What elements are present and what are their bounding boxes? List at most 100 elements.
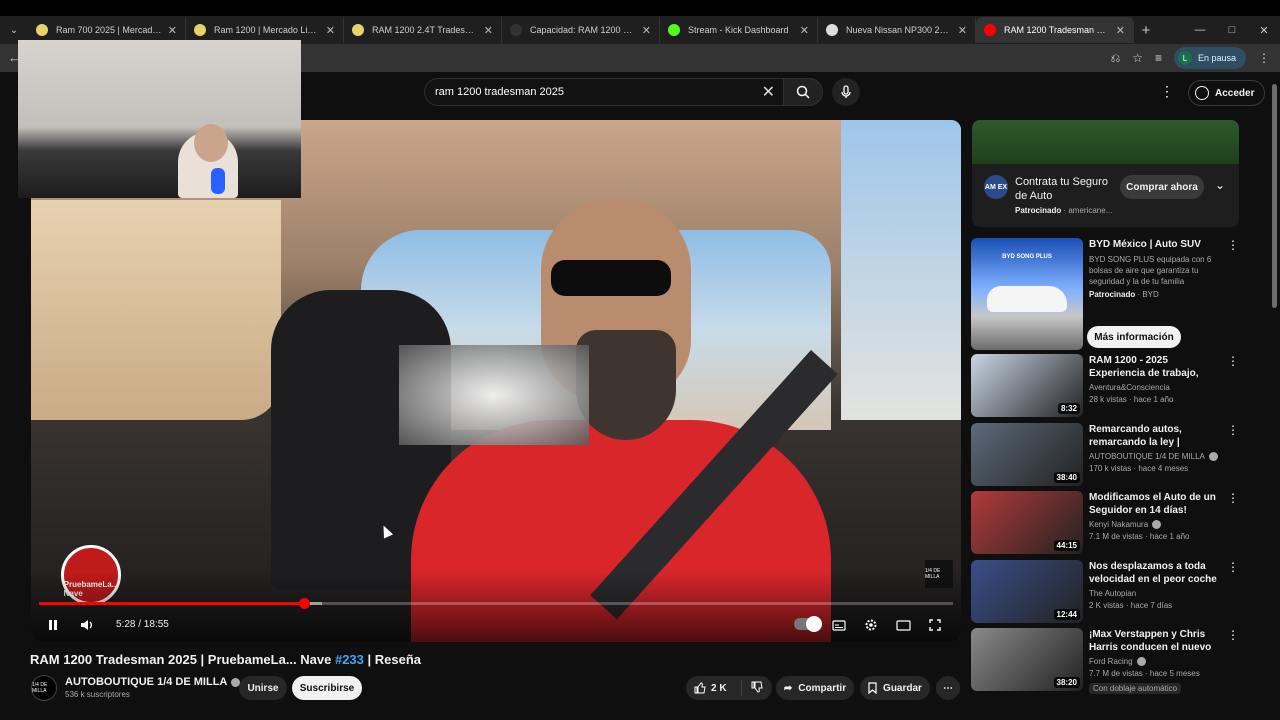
more-options-icon[interactable]: ⋮ (1227, 423, 1239, 437)
reading-list-icon[interactable]: ≡ (1155, 51, 1162, 65)
recommended-video[interactable]: 38:40 Remarcando autos, remarcando la ley… (971, 423, 1241, 487)
close-tab-icon[interactable]: ✕ (326, 24, 335, 37)
restore-icon[interactable]: □ (1216, 24, 1248, 36)
video-title[interactable]: RAM 1200 - 2025 Experiencia de trabajo, … (1089, 354, 1221, 380)
video-thumbnail[interactable]: 8:32 (971, 354, 1083, 417)
video-thumbnail[interactable]: 12:44 (971, 560, 1083, 623)
join-button[interactable]: Unirse (239, 676, 287, 700)
tab-favicon-icon (194, 24, 206, 36)
install-app-icon[interactable]: ⎌ (1111, 51, 1121, 66)
close-tab-icon[interactable]: ✕ (800, 24, 809, 37)
profile-button[interactable]: L En pausa (1173, 47, 1246, 69)
webcam-overlay (18, 40, 301, 198)
autoplay-toggle[interactable] (794, 616, 822, 632)
channel-name[interactable]: Ford Racing (1089, 657, 1133, 666)
more-actions-button[interactable]: ⋯ (936, 676, 960, 700)
video-player[interactable]: PruebameLa... Nave 1/4 DE MILLA 5:28 / 1… (31, 120, 961, 642)
recommended-video[interactable]: 38:20 ¡Max Verstappen y Chris Harris cond… (971, 628, 1241, 695)
player-controls: 5:28 / 18:55 (31, 610, 961, 638)
close-tab-icon[interactable]: ✕ (1116, 24, 1125, 37)
new-tab-button[interactable]: + (1134, 22, 1158, 39)
pause-button[interactable] (43, 614, 63, 636)
like-button[interactable]: 2 K (686, 680, 742, 696)
chevron-down-icon[interactable]: ⌄ (1215, 178, 1225, 192)
browser-tab[interactable]: RAM 1200 Tradesman 2025 ✕ (976, 17, 1134, 43)
byd-ad-thumbnail[interactable]: BYD SONG PLUS (971, 238, 1083, 350)
browser-tab[interactable]: Capacidad: RAM 1200 2026 | R ✕ (502, 17, 660, 43)
video-title-end: | Reseña (363, 652, 422, 667)
clear-search-icon[interactable]: ✕ (762, 82, 775, 102)
bookmark-icon (868, 682, 877, 694)
video-stats: 170 k vistas · hace 4 meses (1089, 464, 1189, 474)
video-thumbnail[interactable]: 44:15 (971, 491, 1083, 554)
byd-more-info-button[interactable]: Más información (1087, 326, 1181, 348)
recommended-video[interactable]: 8:32 RAM 1200 - 2025 Experiencia de traba… (971, 354, 1241, 418)
search-input[interactable]: ram 1200 tradesman 2025 ✕ (424, 78, 784, 106)
channel-name[interactable]: AUTOBOUTIQUE 1/4 DE MILLA (1089, 452, 1205, 461)
channel-avatar[interactable]: 1/4 DE MILLA (31, 675, 57, 701)
more-options-icon[interactable]: ⋮ (1227, 354, 1239, 368)
channel-name[interactable]: Kenyi Nakamura (1089, 520, 1148, 529)
ad-banner-image[interactable] (972, 120, 1239, 164)
auto-dub-badge: Con doblaje automático (1089, 683, 1182, 695)
browser-tab[interactable]: Stream - Kick Dashboard ✕ (660, 17, 818, 43)
recommended-video[interactable]: 44:15 Modificamos el Auto de un Seguidor … (971, 491, 1241, 555)
search-query: ram 1200 tradesman 2025 (435, 86, 565, 98)
more-options-icon[interactable]: ⋮ (1227, 560, 1239, 574)
subscribe-button[interactable]: Suscribirse (292, 676, 362, 700)
fullscreen-button[interactable] (925, 614, 945, 636)
time-display: 5:28 / 18:55 (116, 619, 169, 630)
minimize-icon[interactable]: — (1184, 24, 1216, 36)
ad-buy-now-button[interactable]: Comprar ahora (1120, 175, 1204, 199)
more-options-icon[interactable]: ⋮ (1227, 491, 1239, 505)
sponsored-ad-card[interactable]: AM EX Contrata tu Seguro de Auto Patroci… (972, 120, 1239, 227)
theater-mode-button[interactable] (893, 614, 913, 636)
close-window-icon[interactable]: ✕ (1248, 24, 1280, 37)
channel-name[interactable]: Aventura&Consciencia (1089, 383, 1170, 392)
settings-menu-icon[interactable]: ⋮ (1160, 83, 1174, 100)
close-tab-icon[interactable]: ✕ (484, 24, 493, 37)
thumbs-up-icon (694, 682, 706, 694)
video-title[interactable]: ¡Max Verstappen y Chris Harris conducen … (1089, 628, 1221, 654)
share-button[interactable]: ➦ Compartir (776, 676, 854, 700)
more-options-icon[interactable]: ⋮ (1227, 628, 1239, 642)
dislike-button[interactable] (742, 681, 772, 696)
tab-favicon-icon (826, 24, 838, 36)
byd-ad-item[interactable]: BYD SONG PLUS BYD México | Auto SUV BYD … (971, 238, 1241, 350)
video-thumbnail[interactable]: 38:40 (971, 423, 1083, 486)
sign-in-button[interactable]: Acceder (1188, 80, 1266, 106)
browser-tab[interactable]: RAM 1200 2.4T Tradesman Cre ✕ (344, 17, 502, 43)
voice-search-button[interactable] (832, 78, 860, 106)
ad-title[interactable]: Contrata tu Seguro de Auto (1015, 175, 1115, 203)
video-title[interactable]: Modificamos el Auto de un Seguidor en 14… (1089, 491, 1221, 517)
save-button[interactable]: Guardar (860, 676, 930, 700)
close-tab-icon[interactable]: ✕ (958, 24, 967, 37)
video-thumbnail[interactable]: 38:20 (971, 628, 1083, 691)
scrubber-knob[interactable] (299, 598, 311, 609)
video-title[interactable]: Nos desplazamos a toda velocidad en el p… (1089, 560, 1221, 586)
close-tab-icon[interactable]: ✕ (168, 24, 177, 37)
video-title[interactable]: Remarcando autos, remarcando la ley | Fr… (1089, 423, 1221, 449)
video-title-hashtag[interactable]: #233 (335, 652, 364, 667)
mute-button[interactable] (77, 614, 97, 636)
browser-menu-icon[interactable]: ⋮ (1258, 51, 1270, 65)
channel-line: Ford Racing (1089, 657, 1221, 667)
page-scrollbar[interactable] (1272, 84, 1277, 308)
tab-title: RAM 1200 2.4T Tradesman Cre (372, 25, 478, 35)
bookmark-star-icon[interactable]: ☆ (1132, 51, 1143, 65)
channel-name[interactable]: The Autopian (1089, 589, 1136, 598)
search-button[interactable] (783, 78, 823, 106)
subtitles-button[interactable] (829, 614, 849, 636)
byd-more-options-icon[interactable]: ⋮ (1227, 238, 1239, 252)
recommended-video[interactable]: 12:44 Nos desplazamos a toda velocidad en… (971, 560, 1241, 624)
browser-toolbar-actions: ⎌ ☆ ≡ L En pausa ⋮ (1111, 47, 1270, 69)
close-tab-icon[interactable]: ✕ (642, 24, 651, 37)
settings-button[interactable] (861, 614, 881, 636)
byd-ad-title[interactable]: BYD México | Auto SUV (1089, 238, 1221, 251)
channel-name-link[interactable]: AUTOBOUTIQUE 1/4 DE MILLA (65, 676, 241, 688)
video-info: Remarcando autos, remarcando la ley | Fr… (1089, 423, 1221, 473)
browser-tab[interactable]: Nueva Nissan NP300 2026 | Nis ✕ (818, 17, 976, 43)
duration-badge: 38:20 (1053, 677, 1080, 688)
progress-bar[interactable] (39, 598, 953, 609)
advertiser-logo[interactable]: AM EX (984, 175, 1008, 199)
